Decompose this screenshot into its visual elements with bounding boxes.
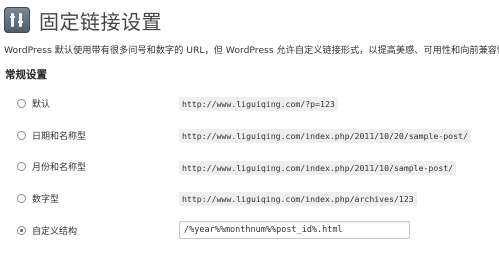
example-url-month-name: http://www.liguiqing.com/index.php/2011/… <box>179 161 457 175</box>
option-label-default: 默认 <box>32 99 51 110</box>
common-settings-heading: 常规设置 <box>5 69 47 81</box>
example-url-day-name: http://www.liguiqing.com/index.php/2011/… <box>179 129 471 143</box>
option-label-month-name: 月份和名称型 <box>32 162 87 173</box>
example-url-default: http://www.liguiqing.com/?p=123 <box>179 97 338 111</box>
settings-tools-icon <box>4 7 30 33</box>
radio-default[interactable] <box>17 98 26 108</box>
option-month-name[interactable]: 月份和名称型 <box>17 158 86 174</box>
option-label-custom-structure: 自定义结构 <box>32 226 78 237</box>
example-url-numeric: http://www.liguiqing.com/index.php/archi… <box>179 192 417 206</box>
page-header: 固定链接设置 <box>4 6 162 34</box>
page-title: 固定链接设置 <box>39 9 162 34</box>
option-label-day-name: 日期和名称型 <box>32 131 87 142</box>
radio-numeric[interactable] <box>17 193 26 203</box>
radio-custom-structure[interactable] <box>17 225 26 235</box>
option-day-name[interactable]: 日期和名称型 <box>17 127 86 143</box>
radio-month-name[interactable] <box>17 161 26 171</box>
option-custom-structure[interactable]: 自定义结构 <box>17 222 77 238</box>
option-label-numeric: 数字型 <box>32 194 60 205</box>
option-numeric[interactable]: 数字型 <box>17 190 59 206</box>
option-default[interactable]: 默认 <box>17 95 50 111</box>
radio-day-name[interactable] <box>17 130 26 140</box>
permalink-description: WordPress 默认使用带有很多问号和数字的 URL，但 WordPress… <box>4 45 499 56</box>
custom-structure-input[interactable] <box>179 221 410 239</box>
